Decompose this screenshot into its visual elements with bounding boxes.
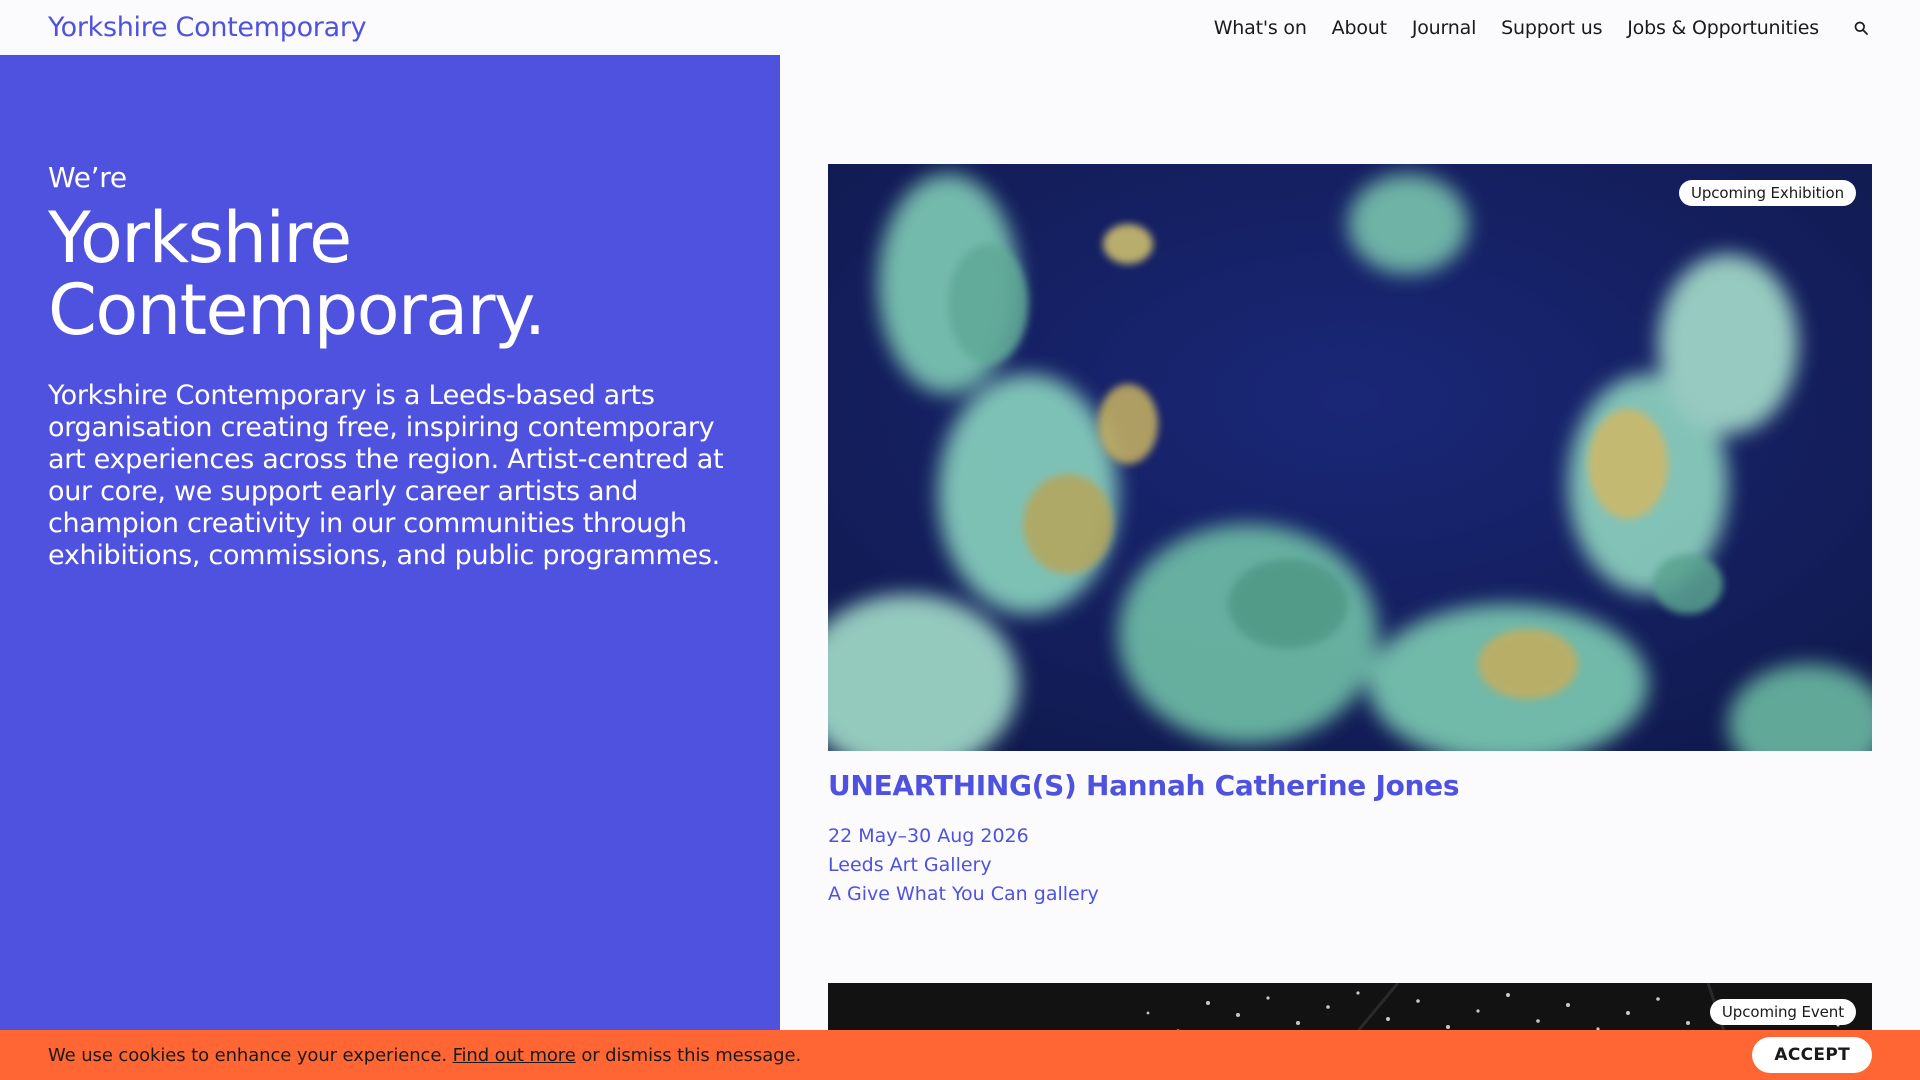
nav-item-whats-on[interactable]: What's on: [1214, 17, 1307, 39]
intro-title-line-1: Yorkshire: [48, 197, 352, 279]
event-card-meta: 22 May–30 Aug 2026 Leeds Art Gallery A G…: [828, 822, 1872, 909]
site-header: Yorkshire Contemporary What's on About J…: [0, 0, 1920, 55]
cookie-text-before: We use cookies to enhance your experienc…: [48, 1044, 447, 1066]
cookie-text-after: or dismiss this message.: [581, 1044, 802, 1066]
main-nav: What's on About Journal Support us Jobs …: [1214, 17, 1872, 39]
intro-panel: We’re Yorkshire Contemporary. Yorkshire …: [0, 55, 780, 1030]
intro-kicker: We’re: [48, 161, 127, 194]
cookie-find-out-more-link[interactable]: Find out more: [453, 1045, 576, 1066]
intro-title: Yorkshire Contemporary.: [48, 202, 732, 346]
event-card-venue: Leeds Art Gallery: [828, 854, 992, 876]
cookie-accept-button[interactable]: ACCEPT: [1752, 1037, 1872, 1073]
nav-item-about[interactable]: About: [1332, 17, 1387, 39]
cookie-banner: We use cookies to enhance your experienc…: [0, 1030, 1920, 1080]
event-card: Upcoming Exhibition UNEARTHING(S) Hannah…: [828, 164, 1872, 909]
intro-title-line-2: Contemporary.: [48, 269, 546, 351]
nav-item-journal[interactable]: Journal: [1412, 17, 1477, 39]
intro-body: Yorkshire Contemporary is a Leeds-based …: [48, 380, 724, 571]
nav-item-jobs[interactable]: Jobs & Opportunities: [1627, 17, 1819, 39]
event-card-note: A Give What You Can gallery: [828, 883, 1099, 905]
site-logo[interactable]: Yorkshire Contemporary: [48, 12, 367, 43]
event-card-dates: 22 May–30 Aug 2026: [828, 825, 1029, 847]
event-card-title[interactable]: UNEARTHING(S) Hannah Catherine Jones: [828, 769, 1872, 802]
search-button[interactable]: [1850, 17, 1872, 39]
event-badge: Upcoming Event: [1709, 999, 1856, 1025]
search-icon: [1854, 21, 1868, 35]
exhibition-artwork-image: [828, 164, 1872, 751]
nav-item-support-us[interactable]: Support us: [1501, 17, 1602, 39]
cookie-message: We use cookies to enhance your experienc…: [48, 1045, 801, 1066]
event-card-image[interactable]: Upcoming Exhibition: [828, 164, 1872, 751]
exhibition-badge: Upcoming Exhibition: [1678, 180, 1856, 206]
